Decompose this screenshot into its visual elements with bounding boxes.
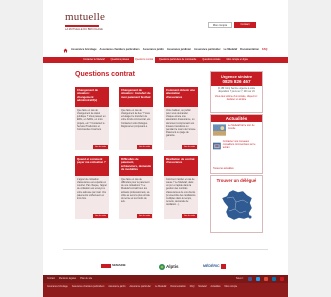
subnav-item-compte[interactable]: Mon compte en ligne xyxy=(225,59,249,62)
nav-item-faq[interactable]: FAQ xyxy=(262,48,267,51)
follow-label: Suivez : xyxy=(235,277,244,280)
footer-link-plan[interactable]: Plan du site xyxy=(80,278,92,281)
card-body: L'appel de cotisation d'assurance est ex… xyxy=(77,178,107,200)
footer-link[interactable]: Actualités xyxy=(211,286,221,289)
partner-icon xyxy=(101,264,111,268)
footer-link[interactable]: Assurance chantiers particuliers xyxy=(72,286,105,289)
partner-name: Alptis xyxy=(166,264,179,270)
home-icon[interactable] xyxy=(63,48,68,53)
partner-icon xyxy=(159,264,165,270)
nav-item-jardin[interactable]: Assurance jardin xyxy=(143,48,164,51)
footer-link[interactable]: Documentation xyxy=(170,286,185,289)
actualites-box: Actualités Le Mudelaf fait le tour du mo… xyxy=(210,114,263,174)
footer-link-mentions[interactable]: Mentions légales xyxy=(59,278,76,281)
partner-mederic-logo[interactable]: MÉDÉRIC xyxy=(203,264,226,269)
news-item[interactable]: Le Mudelaf fait le tour du monde xyxy=(211,122,262,138)
subnav-item-contrat[interactable]: Questions contrat xyxy=(133,57,155,63)
footer-bottom: Assurance bricolage Assurance chantiers … xyxy=(43,283,288,297)
card-title[interactable]: Résiliation de contrat d'assurance xyxy=(164,156,198,176)
declare-sinistre-link[interactable]: Vous êtes victime d'un sinistre, cliquez… xyxy=(213,96,260,102)
facebook-icon[interactable] xyxy=(248,277,252,281)
page-title: Questions contrat xyxy=(75,71,135,78)
card-body: Votre bailleur, ou public pour vous dema… xyxy=(166,109,196,137)
logo-wordmark: mutuelle xyxy=(65,11,106,23)
read-more-button[interactable]: Lire la suite xyxy=(136,145,152,149)
main-nav: Assurance bricolage Assurance chantiers … xyxy=(63,47,279,53)
footer-link-contact[interactable]: Contact xyxy=(47,278,55,281)
youtube-icon[interactable] xyxy=(280,277,284,281)
logo-underline xyxy=(65,25,99,27)
urgence-body: (0,15€ /min) Service urgence à votre dis… xyxy=(211,86,262,105)
faq-card: Quand et comment payer ma cotisation ? L… xyxy=(75,156,109,219)
footer-top: Contact Mentions légales Plan du site Su… xyxy=(43,275,288,283)
logo[interactable]: mutuelle LA MUTUELLE DU BRICOLAGE xyxy=(65,11,106,31)
card-title[interactable]: Changement de situation : transfert de m… xyxy=(119,87,153,107)
read-more-button[interactable]: Lire la suite xyxy=(181,145,197,149)
card-body: Que faire en cas de difficultés pour le … xyxy=(121,178,150,203)
partner-alptis-logo[interactable]: Alptis xyxy=(159,264,179,270)
contact-button[interactable]: Contact xyxy=(234,22,256,28)
footer-link[interactable]: FAQ xyxy=(190,286,195,289)
page: mutuelle LA MUTUELLE DU BRICOLAGE Mon co… xyxy=(43,0,288,297)
all-news-link[interactable]: Toutes les actualités xyxy=(213,168,234,171)
footer-link[interactable]: Mudelaf xyxy=(198,286,206,289)
logo-tagline: LA MUTUELLE DU BRICOLAGE xyxy=(65,28,103,31)
read-more-button[interactable]: Lire la suite xyxy=(136,214,152,218)
urgence-sinistre-box: Urgence sinistre 0825 826 467 (0,15€ /mi… xyxy=(210,71,263,113)
news-title[interactable]: Contactez nos nouveaux conseillers comme… xyxy=(223,140,260,152)
nav-item-chantiers[interactable]: Assurance chantiers particuliers xyxy=(100,48,140,51)
nav-item-mudelaf[interactable]: Le Mudelaf xyxy=(224,48,238,51)
nav-item-jardinier[interactable]: Assurance jardinier xyxy=(167,48,191,51)
news-thumbnail xyxy=(213,124,227,136)
actualites-title: Actualités xyxy=(211,115,262,122)
read-more-button[interactable]: Lire la suite xyxy=(92,145,108,149)
urgence-phone[interactable]: 0825 826 467 xyxy=(211,79,262,85)
trouver-delegue-box: Trouver un délégué xyxy=(210,175,263,233)
card-body: Que faire en cas de changement de lieu ?… xyxy=(121,109,151,128)
subnav-item-contact[interactable]: Contactez le Mudelaf xyxy=(82,59,107,62)
urgence-header: Urgence sinistre 0825 826 467 xyxy=(211,72,262,87)
sub-nav: Contactez le Mudelaf Questions posées Qu… xyxy=(43,57,288,63)
subnav-item-commande[interactable]: Questions particuliers de commande xyxy=(158,59,198,62)
faq-card: Résiliation de contrat d'assurance Comme… xyxy=(164,156,198,219)
partner-icon xyxy=(220,264,226,269)
read-more-button[interactable]: Lire la suite xyxy=(181,214,197,218)
faq-card: Comment obtenir une attestation d'assura… xyxy=(164,87,198,150)
partner-name: SEMAINE xyxy=(112,263,126,268)
footer-link[interactable]: Assurance particulier xyxy=(129,286,150,289)
twitter-icon[interactable] xyxy=(256,277,260,281)
nav-item-particulier[interactable]: Assurance particulier xyxy=(194,48,221,51)
footer-link[interactable]: Le Mudelaf xyxy=(155,286,166,289)
card-title[interactable]: Quand et comment payer ma cotisation ? xyxy=(75,156,109,176)
news-title[interactable]: Le Mudelaf fait le tour du monde xyxy=(228,124,260,136)
account-button[interactable]: Mon compte xyxy=(208,22,232,28)
footer-link[interactable]: Mon compte xyxy=(225,286,238,289)
divider xyxy=(63,249,268,250)
card-body: Que faire en cas de changement de statut… xyxy=(77,109,106,131)
google-plus-icon[interactable] xyxy=(264,277,268,281)
footer-link[interactable]: Assurance jardin xyxy=(108,286,125,289)
nav-item-documentation[interactable]: Documentation xyxy=(240,48,259,51)
faq-card: Changement de situation : changement adm… xyxy=(75,87,109,150)
card-title[interactable]: Comment obtenir une attestation d'assura… xyxy=(164,87,198,107)
faq-card: Difficultés de paiement, échéanciers, de… xyxy=(119,156,153,219)
read-more-button[interactable]: Lire la suite xyxy=(92,214,108,218)
subnav-item-posees[interactable]: Questions posées xyxy=(109,59,130,62)
card-title[interactable]: Changement de situation : changement adm… xyxy=(75,87,109,107)
card-body: Comment résilier et cas de cause ? Le Mu… xyxy=(166,178,196,206)
footer-link[interactable]: Assurance bricolage xyxy=(47,286,68,289)
trouver-title: Trouver un délégué xyxy=(216,178,257,183)
news-thumbnail xyxy=(213,142,221,150)
france-map-icon[interactable] xyxy=(221,189,254,221)
subnav-item-sinistre[interactable]: Questions sinistre xyxy=(201,59,222,62)
news-item[interactable]: Contactez nos nouveaux conseillers comme… xyxy=(211,138,262,154)
partner-semaine-logo[interactable]: SEMAINE xyxy=(101,263,126,268)
nav-item-bricolage[interactable]: Assurance bricolage xyxy=(71,48,97,51)
card-title[interactable]: Difficultés de paiement, échéanciers, de… xyxy=(119,156,153,176)
urgence-note: (0,15€ /min) Service urgence à votre dis… xyxy=(217,88,256,94)
faq-card: Changement de situation : transfert de m… xyxy=(119,87,153,150)
linkedin-icon[interactable] xyxy=(272,277,276,281)
partner-name: MÉDÉRIC xyxy=(203,264,220,269)
